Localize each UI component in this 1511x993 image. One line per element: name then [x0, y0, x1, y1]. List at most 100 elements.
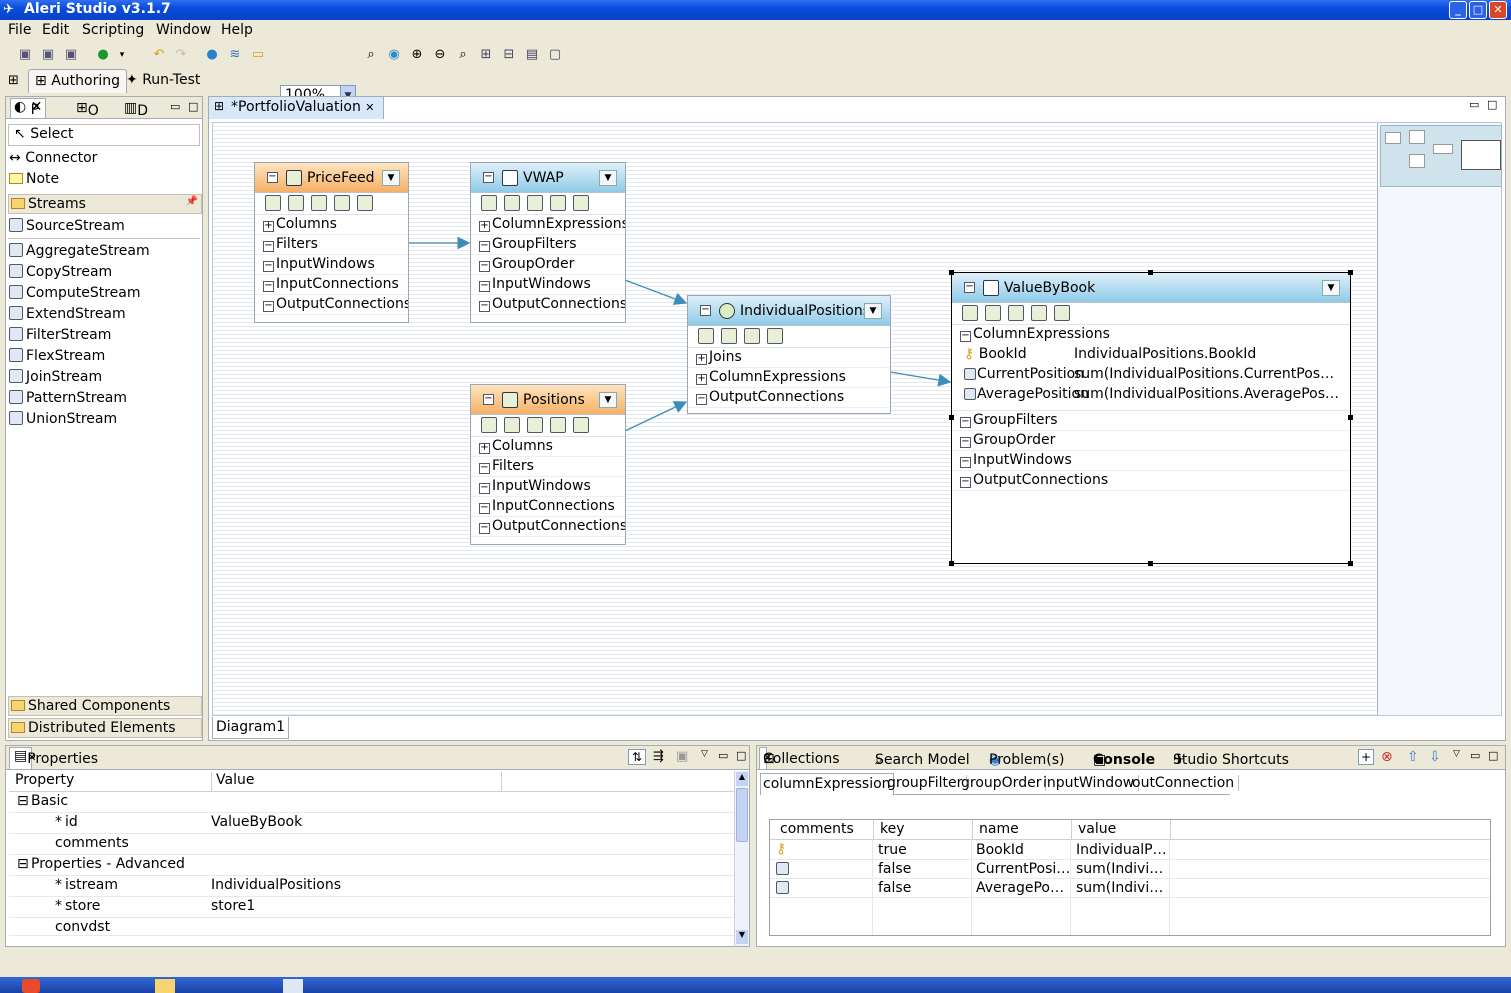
- chevron-down-icon[interactable]: ▼: [1322, 280, 1340, 296]
- view-menu-icon[interactable]: ▽: [701, 749, 708, 759]
- shared-components-group[interactable]: Shared Components: [8, 696, 202, 716]
- node-row[interactable]: − InputWindows: [952, 451, 1350, 471]
- palette-join-stream[interactable]: JoinStream: [9, 369, 102, 385]
- table-row[interactable]: false AveragePo… sum(Indivi…: [770, 879, 1490, 898]
- table-row[interactable]: false CurrentPosi… sum(Indivi…: [770, 860, 1490, 879]
- open-folder-icon[interactable]: ▭: [249, 46, 267, 64]
- tool-select[interactable]: ↖ Select: [8, 124, 200, 146]
- chevron-down-icon[interactable]: ▼: [599, 392, 617, 408]
- horizontal-layout-icon[interactable]: ⊟: [500, 46, 518, 64]
- input-window-icon[interactable]: [527, 417, 543, 433]
- output-connection-icon[interactable]: [744, 328, 760, 344]
- output-connection-icon[interactable]: [357, 195, 373, 211]
- property-row[interactable]: * store store1: [9, 897, 734, 918]
- subtab-input-window[interactable]: inputWindow: [1039, 775, 1140, 791]
- resize-handle[interactable]: [949, 270, 954, 275]
- resize-handle[interactable]: [1348, 561, 1353, 566]
- zoom-fit-icon[interactable]: ⌕: [362, 46, 380, 64]
- tab-d[interactable]: ▥ D: [124, 100, 148, 119]
- filter-icon[interactable]: [504, 195, 520, 211]
- resize-handle[interactable]: [1148, 270, 1153, 275]
- node-row[interactable]: − GroupFilters: [471, 235, 625, 255]
- minimize-panel-icon[interactable]: ▭: [1470, 749, 1480, 762]
- zoom-in-icon[interactable]: ⊕: [408, 46, 426, 64]
- node-row[interactable]: − OutputConnections: [255, 295, 408, 315]
- layout-icon[interactable]: ≋: [226, 46, 244, 64]
- function-icon[interactable]: [481, 195, 497, 211]
- scroll-up-icon[interactable]: ▲: [736, 772, 748, 786]
- input-connection-icon[interactable]: [334, 195, 350, 211]
- move-down-icon[interactable]: ⇩: [1429, 749, 1441, 765]
- output-connection-icon[interactable]: [573, 195, 589, 211]
- maximize-panel-icon[interactable]: □: [188, 100, 198, 113]
- tab-diagram1[interactable]: Diagram1: [212, 717, 290, 739]
- open-perspective-icon[interactable]: ⊞: [8, 73, 19, 88]
- node-row[interactable]: − ColumnExpressions: [952, 325, 1350, 345]
- property-row[interactable]: * istream IndividualPositions: [9, 876, 734, 897]
- palette-compute-stream[interactable]: ComputeStream: [9, 285, 141, 301]
- minimize-panel-icon[interactable]: ▭: [718, 749, 728, 762]
- redo-icon[interactable]: ↷: [172, 46, 190, 64]
- node-row[interactable]: − OutputConnections: [688, 388, 890, 408]
- tool-note[interactable]: Note: [9, 171, 59, 187]
- node-row[interactable]: − GroupOrder: [471, 255, 625, 275]
- node-row[interactable]: − InputConnections: [471, 497, 625, 517]
- resize-handle[interactable]: [949, 415, 954, 420]
- node-row[interactable]: − InputWindows: [471, 477, 625, 497]
- expression-row[interactable]: AveragePositionsum(IndividualPositions.A…: [952, 385, 1350, 411]
- document-icon[interactable]: [767, 328, 783, 344]
- tree-layout-icon[interactable]: ⊞: [477, 46, 495, 64]
- node-row[interactable]: − InputConnections: [255, 275, 408, 295]
- menu-help[interactable]: Help: [221, 22, 253, 38]
- output-connection-icon[interactable]: [1054, 305, 1070, 321]
- tab-properties[interactable]: ▤ Properties ✕: [9, 747, 98, 769]
- filter-icon[interactable]: [504, 417, 520, 433]
- input-connection-icon[interactable]: [1031, 305, 1047, 321]
- resize-handle[interactable]: [1148, 561, 1153, 566]
- save-as-icon[interactable]: ▣: [62, 46, 80, 64]
- remove-icon[interactable]: ⊗: [1381, 749, 1393, 765]
- resize-handle[interactable]: [949, 561, 954, 566]
- save-all-icon[interactable]: ▣: [39, 46, 57, 64]
- minimize-panel-icon[interactable]: ▭: [170, 100, 180, 113]
- group-order-icon[interactable]: [527, 195, 543, 211]
- node-row[interactable]: − GroupFilters: [952, 411, 1350, 431]
- node-row[interactable]: − OutputConnections: [471, 517, 625, 537]
- table-icon[interactable]: [481, 417, 497, 433]
- property-row[interactable]: ⊟ Basic: [9, 792, 734, 813]
- run-icon[interactable]: ●: [94, 46, 112, 64]
- menu-file[interactable]: File: [8, 22, 31, 38]
- zoom-reset-icon[interactable]: ⌕: [454, 46, 472, 64]
- undo-icon[interactable]: ↶: [150, 46, 168, 64]
- pin-icon[interactable]: 📌: [186, 196, 198, 207]
- property-row[interactable]: comments: [9, 834, 734, 855]
- chevron-down-icon[interactable]: ▼: [599, 170, 617, 186]
- node-row[interactable]: + ColumnExpressions: [688, 368, 890, 388]
- collapse-icon[interactable]: −: [700, 305, 711, 316]
- property-row[interactable]: * id ValueByBook: [9, 813, 734, 834]
- run-dropdown-icon[interactable]: ▾: [113, 46, 131, 64]
- globe-icon[interactable]: ●: [203, 46, 221, 64]
- join-icon[interactable]: [721, 328, 737, 344]
- app-taskbar-icon[interactable]: [283, 979, 303, 993]
- maximize-button[interactable]: □: [1469, 1, 1487, 19]
- subtab-group-filter[interactable]: groupFilter: [883, 775, 968, 791]
- function-icon[interactable]: [698, 328, 714, 344]
- palette-pattern-stream[interactable]: PatternStream: [9, 390, 127, 406]
- close-button[interactable]: ✕: [1489, 1, 1507, 19]
- view-menu-icon[interactable]: ▽: [1453, 749, 1460, 759]
- move-up-icon[interactable]: ⇧: [1407, 749, 1419, 765]
- filter-icon[interactable]: [288, 195, 304, 211]
- menu-window[interactable]: Window: [156, 22, 211, 38]
- distributed-elements-group[interactable]: Distributed Elements: [8, 718, 202, 738]
- window-icon[interactable]: ▢: [546, 46, 564, 64]
- diagram-canvas[interactable]: − PriceFeed ▼ + Columns − Filters − InputWind…: [212, 122, 1502, 716]
- property-row[interactable]: ⊟ Properties - Advanced: [9, 855, 734, 876]
- collapse-icon[interactable]: −: [964, 282, 975, 293]
- table-icon[interactable]: [265, 195, 281, 211]
- restore-default-icon[interactable]: ▣: [676, 749, 688, 764]
- maximize-editor-icon[interactable]: □: [1487, 98, 1497, 111]
- tab-palette[interactable]: ◐ P ✕: [10, 98, 47, 118]
- categories-icon[interactable]: ⇅: [628, 749, 647, 765]
- close-tab-icon[interactable]: ✕: [365, 101, 374, 114]
